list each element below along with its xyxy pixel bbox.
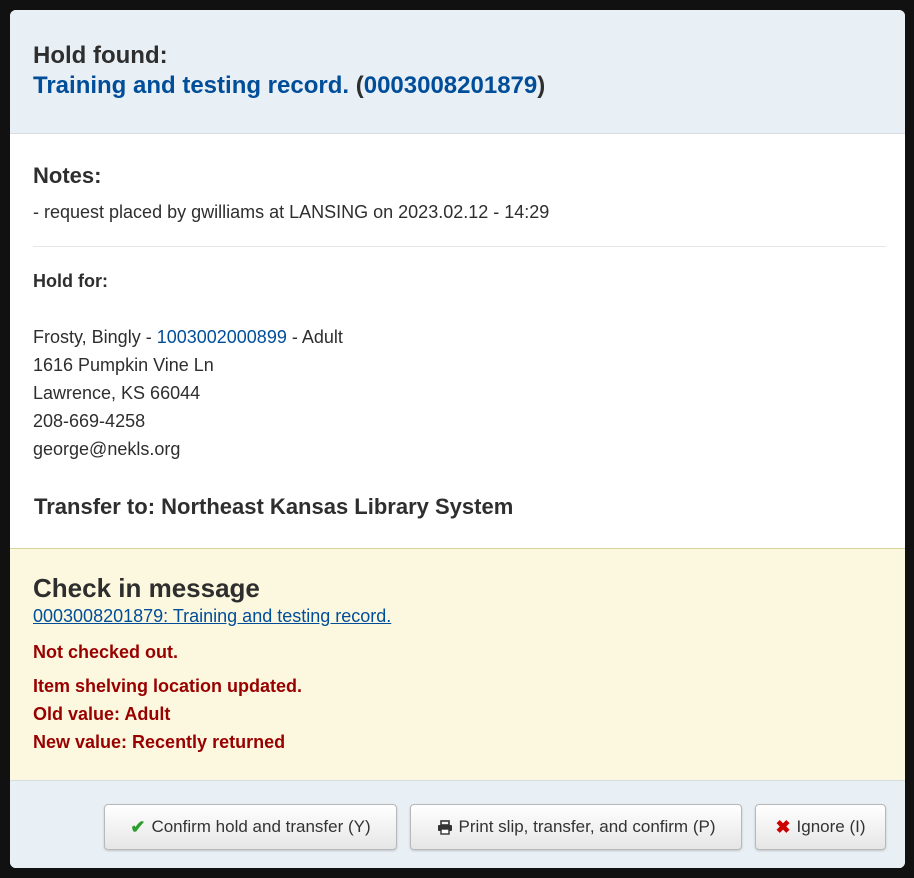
notes-text: - request placed by gwilliams at LANSING… [33, 202, 550, 222]
location-updated-alert: Item shelving location updated. [33, 676, 303, 696]
check-icon: ✔ [130, 816, 146, 837]
patron-category: - Adult [286, 327, 343, 347]
patron-info: Frosty, Bingly - 1003002000899 - Adult 1… [33, 323, 886, 463]
transfer-to: Transfer to: Northeast Kansas Library Sy… [34, 494, 514, 519]
ignore-button[interactable]: ✖ Ignore (I) [755, 804, 886, 850]
confirm-button-label: Confirm hold and transfer (Y) [151, 817, 371, 836]
checkin-item-link[interactable]: 0003008201879: Training and testing reco… [33, 604, 882, 628]
checkin-title: Check in message [33, 573, 260, 603]
checkin-message-panel: Check in message 0003008201879: Training… [10, 548, 905, 780]
print-icon [437, 819, 453, 835]
modal-header: Hold found: Training and testing record.… [10, 10, 905, 134]
patron-name: Frosty, Bingly - [33, 327, 157, 347]
old-value-alert: Old value: Adult [33, 704, 171, 724]
record-barcode-link[interactable]: 0003008201879 [364, 72, 538, 99]
new-value-alert: New value: Recently returned [33, 732, 286, 752]
patron-phone: 208-669-4258 [33, 411, 146, 431]
divider [33, 246, 886, 247]
paren-close: ) [537, 72, 546, 99]
hold-found-modal: Hold found: Training and testing record.… [10, 10, 905, 868]
patron-card-link[interactable]: 1003002000899 [157, 327, 287, 347]
hold-for-title: Hold for: [33, 271, 108, 291]
modal-body: Notes: - request placed by gwilliams at … [10, 162, 905, 521]
close-icon: ✖ [775, 816, 791, 837]
modal-footer: ✔ Confirm hold and transfer (Y) Print sl… [10, 780, 905, 868]
hold-title-line: Training and testing record. (0003008201… [33, 71, 882, 101]
notes-title: Notes: [33, 163, 102, 188]
hold-found-label: Hold found: [33, 42, 168, 69]
patron-address-line1: 1616 Pumpkin Vine Ln [33, 355, 214, 375]
ignore-button-label: Ignore (I) [796, 817, 866, 836]
patron-name-line: Frosty, Bingly - 1003002000899 - Adult [33, 323, 886, 351]
patron-email: george@nekls.org [33, 439, 181, 459]
paren-open: ( [355, 72, 364, 99]
record-title-link[interactable]: Training and testing record. [33, 72, 349, 99]
patron-address-line2: Lawrence, KS 66044 [33, 383, 201, 403]
confirm-hold-transfer-button[interactable]: ✔ Confirm hold and transfer (Y) [104, 804, 397, 850]
print-slip-button[interactable]: Print slip, transfer, and confirm (P) [410, 804, 742, 850]
not-checked-out-alert: Not checked out. [33, 642, 179, 662]
print-button-label: Print slip, transfer, and confirm (P) [458, 817, 716, 836]
